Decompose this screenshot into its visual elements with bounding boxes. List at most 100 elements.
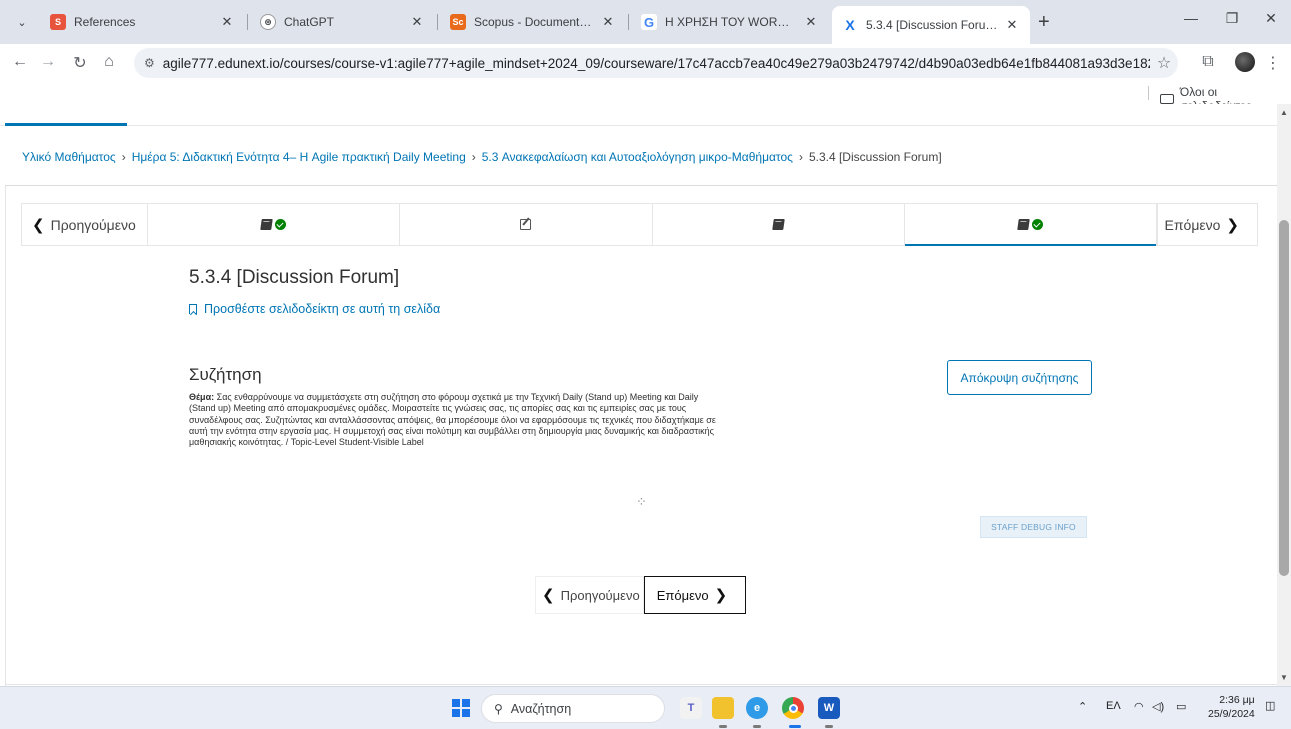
url-text[interactable]: agile777.edunext.io/courses/course-v1:ag… [163,56,1150,71]
sequence-unit-1[interactable] [148,204,401,245]
menu-kebab-icon[interactable]: ⋮ [1263,53,1283,73]
browser-tab[interactable]: Sc Scopus - Document search resu ✕ [440,6,626,38]
volume-icon[interactable]: ◁) [1152,700,1164,713]
loading-spinner-icon: ⁘ [636,494,647,509]
system-clock[interactable]: 2:36 μμ 25/9/2024 [1208,693,1255,721]
discussion-topic: Θέμα: Σας ενθαρρύνουμε να συμμετάσχετε σ… [189,392,719,448]
battery-icon[interactable]: ▭ [1176,700,1186,713]
tray-overflow-chevron-icon[interactable]: ⌃ [1078,700,1087,713]
clock-time: 2:36 μμ [1219,694,1255,706]
book-icon [260,219,273,230]
tab-strip: ⌄ S References ✕ ⊛ ChatGPT ✕ Sc Scopus -… [0,0,1291,44]
browser-tab[interactable]: ⊛ ChatGPT ✕ [250,6,435,38]
tab-separator [628,14,629,30]
wifi-icon[interactable]: ◠ [1134,700,1144,713]
profile-avatar[interactable] [1235,52,1255,72]
breadcrumb: Υλικό Μαθήματος › Ημέρα 5: Διδακτική Ενότη… [22,150,942,164]
sequence-previous-label: Προηγούμενο [50,216,136,233]
breadcrumb-section-5-3[interactable]: 5.3 Ανακεφαλαίωση και Αυτοαξιολόγηση μικ… [482,150,793,164]
add-bookmark-label: Προσθέστε σελιδοδείκτη σε αυτή τη σελίδα [204,302,441,316]
scopus-favicon-icon: Sc [450,14,466,30]
bottom-next-button[interactable]: Επόμενο ❯ [644,576,746,614]
sequence-previous-button[interactable]: ❮ Προηγούμενο [22,204,148,245]
close-tab-icon[interactable]: ✕ [1004,17,1020,33]
close-tab-icon[interactable]: ✕ [803,14,819,30]
search-icon: ⚲ [494,701,503,716]
chrome-browser-icon[interactable] [782,697,804,719]
folder-icon [1160,94,1174,104]
close-tab-icon[interactable]: ✕ [409,14,425,30]
page-scrollbar[interactable]: ▲ ▼ [1277,104,1291,686]
bookmark-star-icon[interactable]: ☆ [1150,53,1178,73]
bottom-previous-button[interactable]: ❮ Προηγούμενο [535,576,644,614]
edge-browser-icon[interactable]: e [746,697,768,719]
bottom-navigation: ❮ Προηγούμενο Επόμενο ❯ [535,576,746,614]
browser-tab-active[interactable]: X 5.3.4 [Discussion Forum] | 5.3 Α ✕ [832,6,1030,44]
hide-discussion-button[interactable]: Απόκρυψη συζήτησης [947,360,1092,395]
sequence-unit-2[interactable] [400,204,653,245]
breadcrumb-course-material[interactable]: Υλικό Μαθήματος [22,150,116,164]
word-app-icon[interactable]: W [818,697,840,719]
running-indicator [719,725,727,728]
chevron-right-icon: ❯ [1226,216,1239,234]
site-info-icon[interactable]: ⚙ [144,56,155,70]
browser-tab[interactable]: G Η ΧΡΗΣΗ ΤΟΥ WORDWALL ΣΤΑ ✕ [631,6,829,38]
course-tabs-strip [0,104,1277,126]
sequence-next-label: Επόμενο [1164,216,1221,233]
close-tab-icon[interactable]: ✕ [600,14,616,30]
scroll-up-icon[interactable]: ▲ [1280,108,1288,117]
tab-title: ChatGPT [284,15,335,29]
page-viewport: Υλικό Μαθήματος › Ημέρα 5: Διδακτική Ενότη… [0,104,1277,686]
sequence-next-button[interactable]: Επόμενο ❯ [1157,204,1257,245]
sequence-unit-4-active[interactable] [904,204,1157,246]
chevron-left-icon: ❮ [542,587,555,604]
minimize-icon[interactable]: — [1176,10,1206,26]
windows-start-icon[interactable] [452,699,470,717]
browser-toolbar: ← → ↻ ⌂ ⚙ agile777.edunext.io/courses/co… [0,44,1291,82]
close-window-icon[interactable]: ✕ [1256,10,1286,27]
breadcrumb-separator: › [798,150,803,164]
back-icon[interactable]: ← [10,53,30,71]
teams-app-icon[interactable]: T [680,697,702,719]
tab-title: References [74,15,136,29]
reload-icon[interactable]: ↻ [70,53,90,73]
staff-debug-button[interactable]: STAFF DEBUG INFO [980,516,1087,538]
extensions-icon[interactable]: ⧉ [1198,53,1218,71]
breadcrumb-separator: › [121,150,126,164]
tab-title: Scopus - Document search resu [474,15,594,29]
clock-date: 25/9/2024 [1208,708,1255,720]
content-left-border [5,186,6,686]
input-language-indicator[interactable]: ΕΛ [1106,700,1121,712]
bookmarks-bar: Όλοι οι σελιδοδείκτες [0,82,1291,113]
file-explorer-icon[interactable] [712,697,734,719]
home-icon[interactable]: ⌂ [99,53,119,71]
sequence-unit-3[interactable] [653,204,905,245]
active-course-tab-indicator [5,123,127,126]
edit-icon [520,219,532,230]
tab-search-chevron-icon[interactable]: ⌄ [8,9,36,35]
taskbar-search[interactable]: ⚲ Αναζήτηση [481,694,665,723]
tab-separator [247,14,248,30]
edx-favicon-icon: X [842,17,858,33]
topic-text: Σας ενθαρρύνουμε να συμμετάσχετε στη συζ… [189,392,716,448]
address-bar[interactable]: ⚙ agile777.edunext.io/courses/course-v1:… [134,48,1178,78]
browser-tab[interactable]: S References ✕ [40,6,245,38]
scroll-down-icon[interactable]: ▼ [1280,673,1288,682]
google-favicon-icon: G [641,14,657,30]
tab-title: 5.3.4 [Discussion Forum] | 5.3 Α [866,18,998,32]
new-tab-icon[interactable]: + [1038,12,1050,32]
breadcrumb-separator: › [471,150,476,164]
breadcrumb-current: 5.3.4 [Discussion Forum] [808,150,942,164]
book-icon [1017,219,1030,230]
restore-icon[interactable]: ❐ [1217,10,1247,27]
scrollbar-thumb[interactable] [1279,220,1289,576]
forward-icon[interactable]: → [38,53,58,71]
notifications-icon[interactable]: ◫ [1265,699,1275,712]
sequence-navigation: ❮ Προηγούμενο Επόμενο ❯ [21,203,1258,246]
bookmarks-separator [1148,86,1149,100]
breadcrumb-day5[interactable]: Ημέρα 5: Διδακτική Ενότητα 4– Η Agile πρ… [132,150,466,164]
unit-title: 5.3.4 [Discussion Forum] [189,267,400,288]
close-tab-icon[interactable]: ✕ [219,14,235,30]
references-favicon-icon: S [50,14,66,30]
add-bookmark-button[interactable]: Προσθέστε σελιδοδείκτη σε αυτή τη σελίδα [189,302,440,316]
